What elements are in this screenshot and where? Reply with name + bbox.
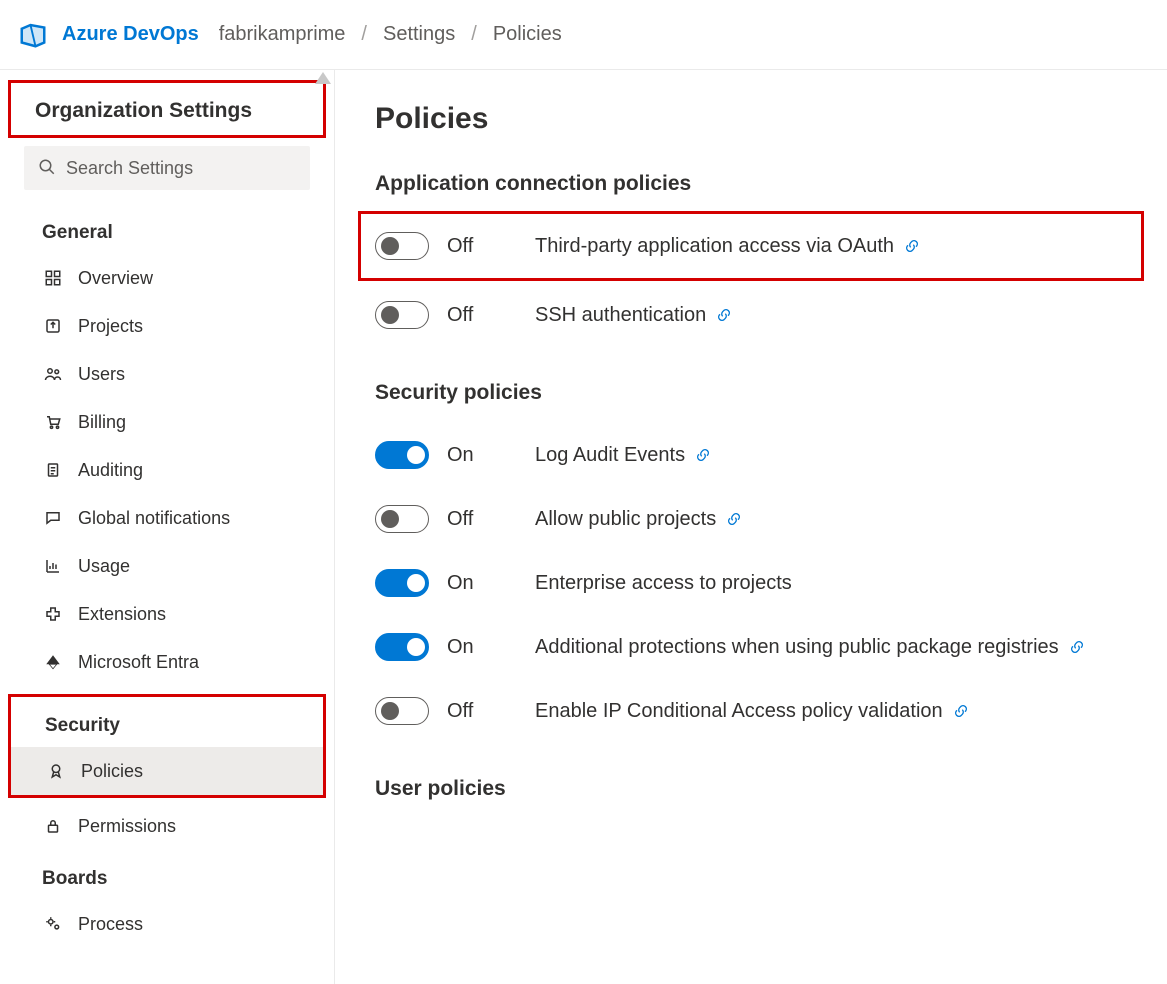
link-icon[interactable] [904, 238, 920, 254]
sidebar-item-extensions[interactable]: Extensions [0, 590, 334, 638]
gears-icon [42, 915, 64, 933]
sidebar-item-label: Projects [78, 316, 143, 337]
azure-devops-logo-icon [18, 20, 48, 50]
policy-public-projects-label: Allow public projects [535, 508, 716, 531]
policy-ip-conditional-label: Enable IP Conditional Access policy vali… [535, 700, 943, 723]
link-icon[interactable] [716, 307, 732, 323]
sidebar-item-label: Permissions [78, 816, 176, 837]
sidebar-item-label: Billing [78, 412, 126, 433]
export-icon [42, 317, 64, 335]
puzzle-icon [42, 605, 64, 623]
policy-public-projects-state: Off [447, 508, 517, 531]
policy-public-projects-toggle[interactable] [375, 505, 429, 533]
policy-ssh-row: Off SSH authentication [375, 283, 1127, 347]
policy-ip-conditional-toggle[interactable] [375, 697, 429, 725]
policy-log-audit-label: Log Audit Events [535, 444, 685, 467]
breadcrumb-separator: / [355, 23, 373, 46]
sidebar-security-highlight: Security Policies [8, 694, 326, 798]
breadcrumb-settings[interactable]: Settings [383, 23, 455, 46]
link-icon[interactable] [953, 703, 969, 719]
sidebar-scrollbar[interactable] [314, 70, 332, 984]
policy-oauth-toggle[interactable] [375, 232, 429, 260]
policy-package-registries-state: On [447, 636, 517, 659]
sidebar-item-label: Extensions [78, 604, 166, 625]
chat-icon [42, 509, 64, 527]
dashboard-icon [42, 269, 64, 287]
breadcrumb-separator: / [465, 23, 483, 46]
breadcrumb-org[interactable]: fabrikamprime [219, 23, 346, 46]
policy-enterprise-access-state: On [447, 572, 517, 595]
topbar: Azure DevOps fabrikamprime / Settings / … [0, 0, 1167, 70]
breadcrumb-policies[interactable]: Policies [493, 23, 562, 46]
sidebar-item-global-notifications[interactable]: Global notifications [0, 494, 334, 542]
sidebar-item-billing[interactable]: Billing [0, 398, 334, 446]
sidebar-group-general: General [0, 204, 334, 254]
sidebar-item-policies[interactable]: Policies [11, 747, 323, 795]
policy-enterprise-access-toggle[interactable] [375, 569, 429, 597]
sidebar-item-label: Policies [81, 761, 143, 782]
policy-ssh-label: SSH authentication [535, 304, 706, 327]
sidebar-title: Organization Settings [11, 83, 276, 135]
section-app-connection-title: Application connection policies [375, 172, 1127, 196]
search-settings-input[interactable] [66, 158, 298, 179]
sidebar-item-microsoft-entra[interactable]: Microsoft Entra [0, 638, 334, 686]
policy-enterprise-access-row: On Enterprise access to projects [375, 551, 1127, 615]
policy-package-registries-label: Additional protections when using public… [535, 636, 1059, 659]
sidebar-item-label: Overview [78, 268, 153, 289]
clipboard-icon [42, 461, 64, 479]
policy-oauth-state: Off [447, 235, 517, 258]
ribbon-icon [45, 762, 67, 780]
cart-icon [42, 413, 64, 431]
sidebar-item-label: Microsoft Entra [78, 652, 199, 673]
scroll-up-arrow-icon [315, 72, 331, 84]
policy-ssh-state: Off [447, 304, 517, 327]
sidebar-title-highlight: Organization Settings [8, 80, 326, 138]
link-icon[interactable] [726, 511, 742, 527]
sidebar-item-label: Global notifications [78, 508, 230, 529]
page-title: Policies [375, 102, 1127, 136]
policy-oauth-row: Off Third-party application access via O… [358, 211, 1144, 281]
sidebar-item-process[interactable]: Process [0, 900, 334, 948]
sidebar-item-overview[interactable]: Overview [0, 254, 334, 302]
section-user-title: User policies [375, 777, 1127, 801]
sidebar-item-auditing[interactable]: Auditing [0, 446, 334, 494]
main-content: Policies Application connection policies… [335, 70, 1167, 984]
sidebar-item-permissions[interactable]: Permissions [0, 802, 334, 850]
sidebar-item-label: Usage [78, 556, 130, 577]
sidebar-item-usage[interactable]: Usage [0, 542, 334, 590]
sidebar-item-label: Process [78, 914, 143, 935]
sidebar-group-boards: Boards [0, 850, 334, 900]
policy-ssh-toggle[interactable] [375, 301, 429, 329]
sidebar-item-label: Auditing [78, 460, 143, 481]
policy-enterprise-access-label: Enterprise access to projects [535, 572, 792, 595]
entra-icon [42, 653, 64, 671]
product-title[interactable]: Azure DevOps [62, 23, 199, 46]
users-icon [42, 365, 64, 383]
policy-log-audit-state: On [447, 444, 517, 467]
link-icon[interactable] [695, 447, 711, 463]
policy-public-projects-row: Off Allow public projects [375, 487, 1127, 551]
search-settings-box[interactable] [24, 146, 310, 190]
policy-package-registries-row: On Additional protections when using pub… [375, 615, 1127, 679]
sidebar-item-label: Users [78, 364, 125, 385]
policy-package-registries-toggle[interactable] [375, 633, 429, 661]
sidebar-group-security: Security [11, 697, 323, 747]
link-icon[interactable] [1069, 639, 1085, 655]
policy-log-audit-row: On Log Audit Events [375, 423, 1127, 487]
policy-oauth-label: Third-party application access via OAuth [535, 235, 894, 258]
policy-log-audit-toggle[interactable] [375, 441, 429, 469]
sidebar-item-projects[interactable]: Projects [0, 302, 334, 350]
search-icon [38, 158, 56, 179]
policy-ip-conditional-state: Off [447, 700, 517, 723]
section-security-title: Security policies [375, 381, 1127, 405]
sidebar-item-users[interactable]: Users [0, 350, 334, 398]
lock-icon [42, 817, 64, 835]
policy-ip-conditional-row: Off Enable IP Conditional Access policy … [375, 679, 1127, 743]
chart-icon [42, 557, 64, 575]
sidebar: Organization Settings General Overview [0, 70, 335, 984]
